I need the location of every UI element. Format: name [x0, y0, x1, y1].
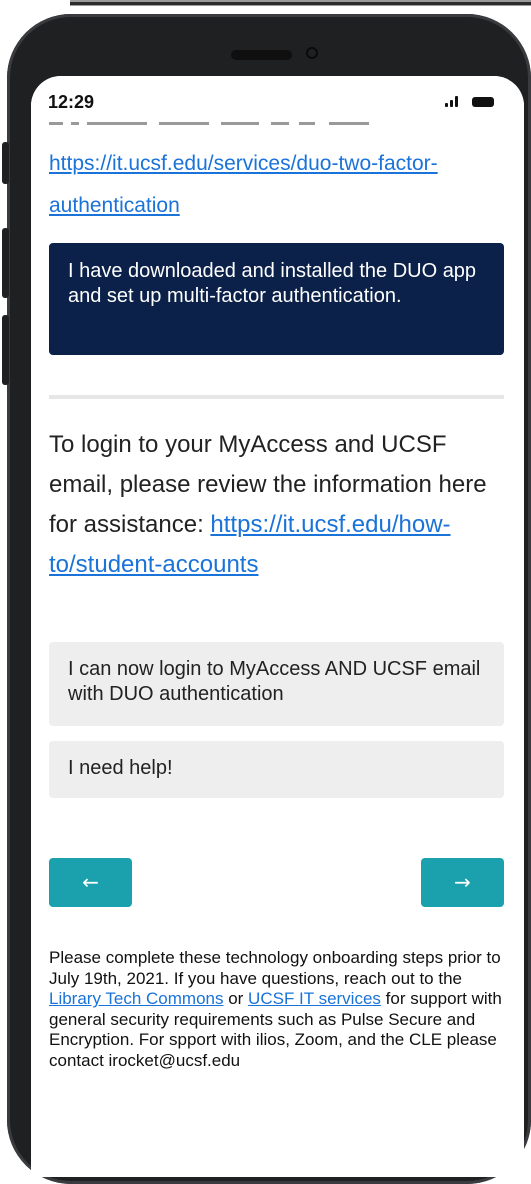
ucsf-it-services-link[interactable]: UCSF IT services [248, 989, 381, 1008]
duo-installed-button[interactable]: I have downloaded and installed the DUO … [49, 243, 504, 355]
battery-icon [472, 97, 494, 107]
onboarding-footer: Please complete these technology onboard… [49, 948, 504, 1072]
library-tech-commons-link[interactable]: Library Tech Commons [49, 989, 223, 1008]
phone-screen: 12:29 https://it.ucsf.edu/services/duo-t… [31, 76, 524, 1177]
status-time: 12:29 [48, 92, 95, 112]
footer-text-before: Please complete these technology onboard… [49, 948, 501, 988]
back-button[interactable]: ← [49, 858, 132, 907]
signal-icon [445, 95, 463, 107]
can-login-button[interactable]: I can now login to MyAccess AND UCSF ema… [49, 642, 504, 726]
volume-down-button [2, 315, 9, 385]
volume-up-button [2, 228, 9, 298]
duo-info-link[interactable]: https://it.ucsf.edu/services/duo-two-fac… [49, 152, 438, 217]
phone-side-button [2, 142, 9, 184]
speaker-grille [231, 50, 292, 60]
need-help-button[interactable]: I need help! [49, 741, 504, 798]
arrow-right-icon: → [454, 870, 471, 894]
clipped-text-line [49, 122, 379, 128]
front-camera [306, 47, 318, 59]
divider [49, 395, 504, 399]
arrow-left-icon: ← [82, 870, 99, 894]
login-prompt-message: To login to your MyAccess and UCSF email… [49, 425, 509, 585]
duo-info-text: https://it.ucsf.edu/services/duo-two-fac… [49, 143, 509, 227]
next-button[interactable]: → [421, 858, 504, 907]
top-edge-strip [70, 0, 531, 6]
status-bar: 12:29 [31, 76, 524, 122]
phone-frame: 12:29 https://it.ucsf.edu/services/duo-t… [7, 14, 531, 1184]
footer-text-or: or [223, 989, 249, 1009]
